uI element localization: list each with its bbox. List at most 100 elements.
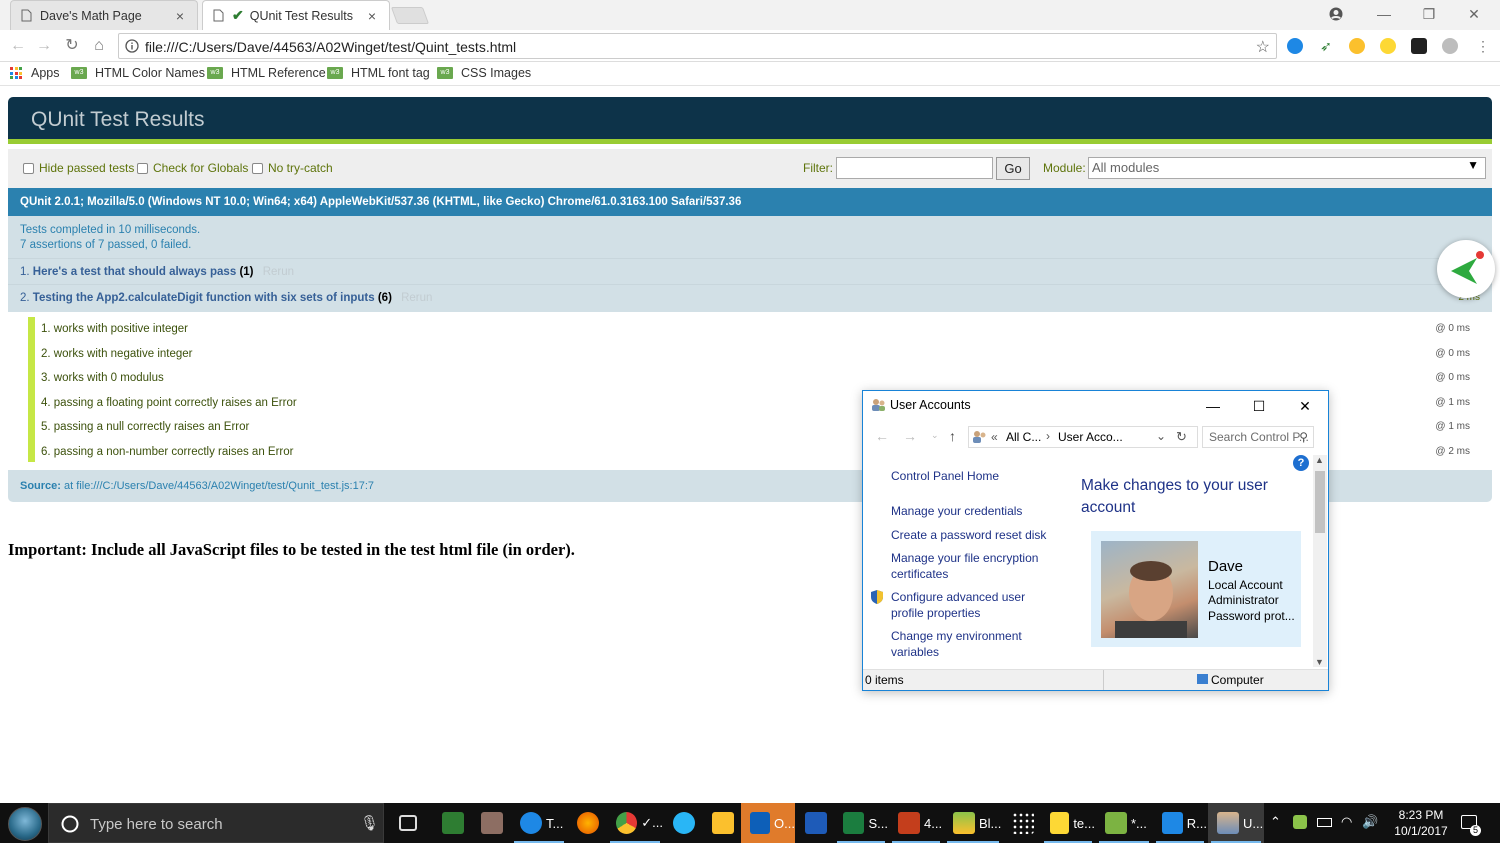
tray-app-icon[interactable] bbox=[1293, 815, 1307, 829]
minimize-button[interactable]: — bbox=[1195, 393, 1231, 419]
up-arrow-icon[interactable]: ↑ bbox=[949, 428, 956, 444]
wifi-icon[interactable]: ◠ bbox=[1341, 814, 1352, 830]
checkbox-label: Hide passed tests bbox=[39, 161, 135, 175]
check-globals-checkbox[interactable]: Check for Globals bbox=[137, 161, 248, 175]
microphone-icon[interactable]: 🎙 bbox=[360, 814, 379, 832]
manage-credentials-link[interactable]: Manage your credentials bbox=[891, 504, 1022, 520]
taskbar-app-vscode[interactable]: R... bbox=[1153, 803, 1207, 843]
checkbox[interactable] bbox=[137, 162, 148, 174]
no-try-catch-checkbox[interactable]: No try-catch bbox=[252, 161, 333, 175]
user-accounts-window[interactable]: User Accounts — ☐ ✕ ← → ⌄ ↑ « All C... ›… bbox=[862, 390, 1329, 691]
bookmark-html-font-tag[interactable]: w3 HTML font tag bbox=[327, 66, 430, 80]
breadcrumb-all-control-panel[interactable]: All C... bbox=[1006, 430, 1041, 444]
close-button[interactable]: ✕ bbox=[1287, 393, 1323, 419]
taskbar-app-firefox[interactable] bbox=[568, 803, 606, 843]
close-icon[interactable]: × bbox=[365, 8, 379, 24]
chevron-down-icon[interactable]: ⌄ bbox=[1156, 429, 1166, 443]
module-select[interactable]: All modules ▼ bbox=[1088, 157, 1486, 179]
reload-button[interactable]: ↻ bbox=[61, 35, 83, 57]
extension-check-icon[interactable] bbox=[1411, 38, 1427, 54]
address-bar[interactable]: file:///C:/Users/Dave/44563/A02Winget/te… bbox=[118, 33, 1277, 59]
close-icon[interactable]: × bbox=[173, 8, 187, 24]
taskbar-app-books[interactable] bbox=[472, 803, 510, 843]
chevron-up-icon[interactable]: ⌃ bbox=[1270, 814, 1281, 830]
tab-qunit-test-results[interactable]: ✔ QUnit Test Results × bbox=[202, 0, 390, 30]
help-icon[interactable]: ? bbox=[1293, 455, 1309, 471]
extension-grey-icon[interactable] bbox=[1442, 38, 1458, 54]
extension-zoom-icon[interactable] bbox=[1287, 38, 1303, 54]
bookmark-html-color-names[interactable]: w3 HTML Color Names bbox=[71, 66, 205, 80]
back-button[interactable]: ← bbox=[7, 35, 29, 57]
taskbar-app-powerpoint[interactable]: 4... bbox=[889, 803, 943, 843]
refresh-icon[interactable]: ↻ bbox=[1176, 429, 1187, 445]
test-name[interactable]: Testing the App2.calculateDigit function… bbox=[33, 292, 375, 304]
tab-daves-math-page[interactable]: Dave's Math Page × bbox=[10, 0, 198, 30]
forward-button[interactable]: → bbox=[33, 35, 55, 57]
scrollbar-thumb[interactable] bbox=[1315, 471, 1325, 533]
environment-variables-link[interactable]: Change my environment variables bbox=[891, 629, 1041, 660]
test-row[interactable]: 2. Testing the App2.calculateDigit funct… bbox=[8, 284, 1492, 312]
bookmark-star-icon[interactable]: ☆ bbox=[1256, 37, 1270, 57]
chevron-down-icon[interactable]: ⌄ bbox=[931, 430, 939, 441]
advanced-profile-link[interactable]: Configure advanced user profile properti… bbox=[891, 590, 1041, 621]
breadcrumb-overflow[interactable]: « bbox=[991, 430, 998, 444]
task-view-button[interactable] bbox=[390, 803, 428, 843]
taskbar-app-excel[interactable]: S... bbox=[834, 803, 888, 843]
taskbar-app-grid[interactable] bbox=[1003, 803, 1041, 843]
home-button[interactable]: ⌂ bbox=[88, 35, 110, 57]
test-row[interactable]: 1. Here's a test that should always pass… bbox=[8, 258, 1492, 284]
address-bar[interactable]: « All C... › User Acco... ⌄ ↻ bbox=[968, 426, 1198, 448]
go-button[interactable]: Go bbox=[996, 157, 1030, 180]
extension-home-icon[interactable] bbox=[1380, 38, 1396, 54]
control-panel-home-link[interactable]: Control Panel Home bbox=[891, 469, 999, 485]
taskbar-app-edge[interactable]: T... bbox=[511, 803, 567, 843]
checkbox[interactable] bbox=[23, 162, 34, 174]
taskbar-app-bluestacks[interactable]: Bl... bbox=[944, 803, 1002, 843]
maximize-button[interactable]: ☐ bbox=[1241, 393, 1277, 419]
taskbar-app-outlook[interactable]: O... bbox=[741, 803, 795, 843]
page-title[interactable]: QUnit Test Results bbox=[31, 108, 205, 132]
filter-input[interactable] bbox=[836, 157, 993, 179]
breadcrumb-user-accounts[interactable]: User Acco... bbox=[1058, 430, 1123, 444]
test-name[interactable]: Here's a test that should always pass bbox=[33, 266, 236, 278]
taskbar-app-terminal[interactable] bbox=[433, 803, 471, 843]
rerun-link[interactable]: Rerun bbox=[263, 266, 294, 278]
bookmark-apps[interactable]: Apps bbox=[10, 66, 60, 80]
volume-icon[interactable]: 🔊 bbox=[1362, 814, 1378, 830]
battery-icon[interactable] bbox=[1317, 818, 1332, 827]
info-icon[interactable] bbox=[125, 39, 139, 53]
file-encryption-link[interactable]: Manage your file encryption certificates bbox=[891, 551, 1051, 582]
taskbar-app-ie[interactable] bbox=[664, 803, 702, 843]
close-window-button[interactable]: ✕ bbox=[1463, 4, 1485, 24]
back-arrow-icon[interactable]: ← bbox=[875, 428, 889, 444]
taskbar-search-box[interactable]: Type here to search 🎙 bbox=[48, 803, 384, 843]
search-input[interactable]: Search Control P... ⚲ bbox=[1202, 426, 1314, 448]
system-clock[interactable]: 8:23 PM 10/1/2017 bbox=[1388, 807, 1454, 839]
taskbar-app-chrome[interactable]: ✓... bbox=[607, 803, 663, 843]
new-tab-button[interactable] bbox=[390, 7, 430, 24]
taskbar-app-notepadpp[interactable]: *... bbox=[1096, 803, 1152, 843]
hide-passed-checkbox[interactable]: Hide passed tests bbox=[23, 161, 134, 175]
scrollbar[interactable]: ▲ ▼ bbox=[1313, 455, 1327, 667]
restore-button[interactable]: ❐ bbox=[1418, 4, 1440, 24]
checkbox[interactable] bbox=[252, 162, 263, 174]
bookmark-css-images[interactable]: w3 CSS Images bbox=[437, 66, 531, 80]
scroll-down-icon[interactable]: ▼ bbox=[1315, 657, 1324, 667]
taskbar-app-user-accounts[interactable]: U... bbox=[1208, 803, 1264, 843]
taskbar-app-notepad[interactable]: te... bbox=[1041, 803, 1095, 843]
extension-search-icon[interactable] bbox=[1349, 38, 1365, 54]
minimize-button[interactable]: — bbox=[1373, 4, 1395, 24]
bookmark-html-reference[interactable]: w3 HTML Reference bbox=[207, 66, 326, 80]
floating-extension-button[interactable] bbox=[1437, 240, 1495, 298]
start-button[interactable] bbox=[8, 807, 42, 841]
taskbar-app-explorer[interactable] bbox=[703, 803, 741, 843]
scroll-up-icon[interactable]: ▲ bbox=[1315, 455, 1324, 465]
forward-arrow-icon[interactable]: → bbox=[903, 428, 917, 444]
extension-arrows-icon[interactable]: ➶ bbox=[1318, 38, 1334, 54]
taskbar-app-word[interactable] bbox=[796, 803, 834, 843]
rerun-link[interactable]: Rerun bbox=[401, 292, 432, 304]
password-reset-disk-link[interactable]: Create a password reset disk bbox=[891, 528, 1046, 544]
search-icon[interactable]: ⚲ bbox=[1299, 430, 1308, 444]
menu-icon[interactable]: ⋮ bbox=[1472, 35, 1494, 57]
profile-icon[interactable] bbox=[1325, 4, 1347, 24]
